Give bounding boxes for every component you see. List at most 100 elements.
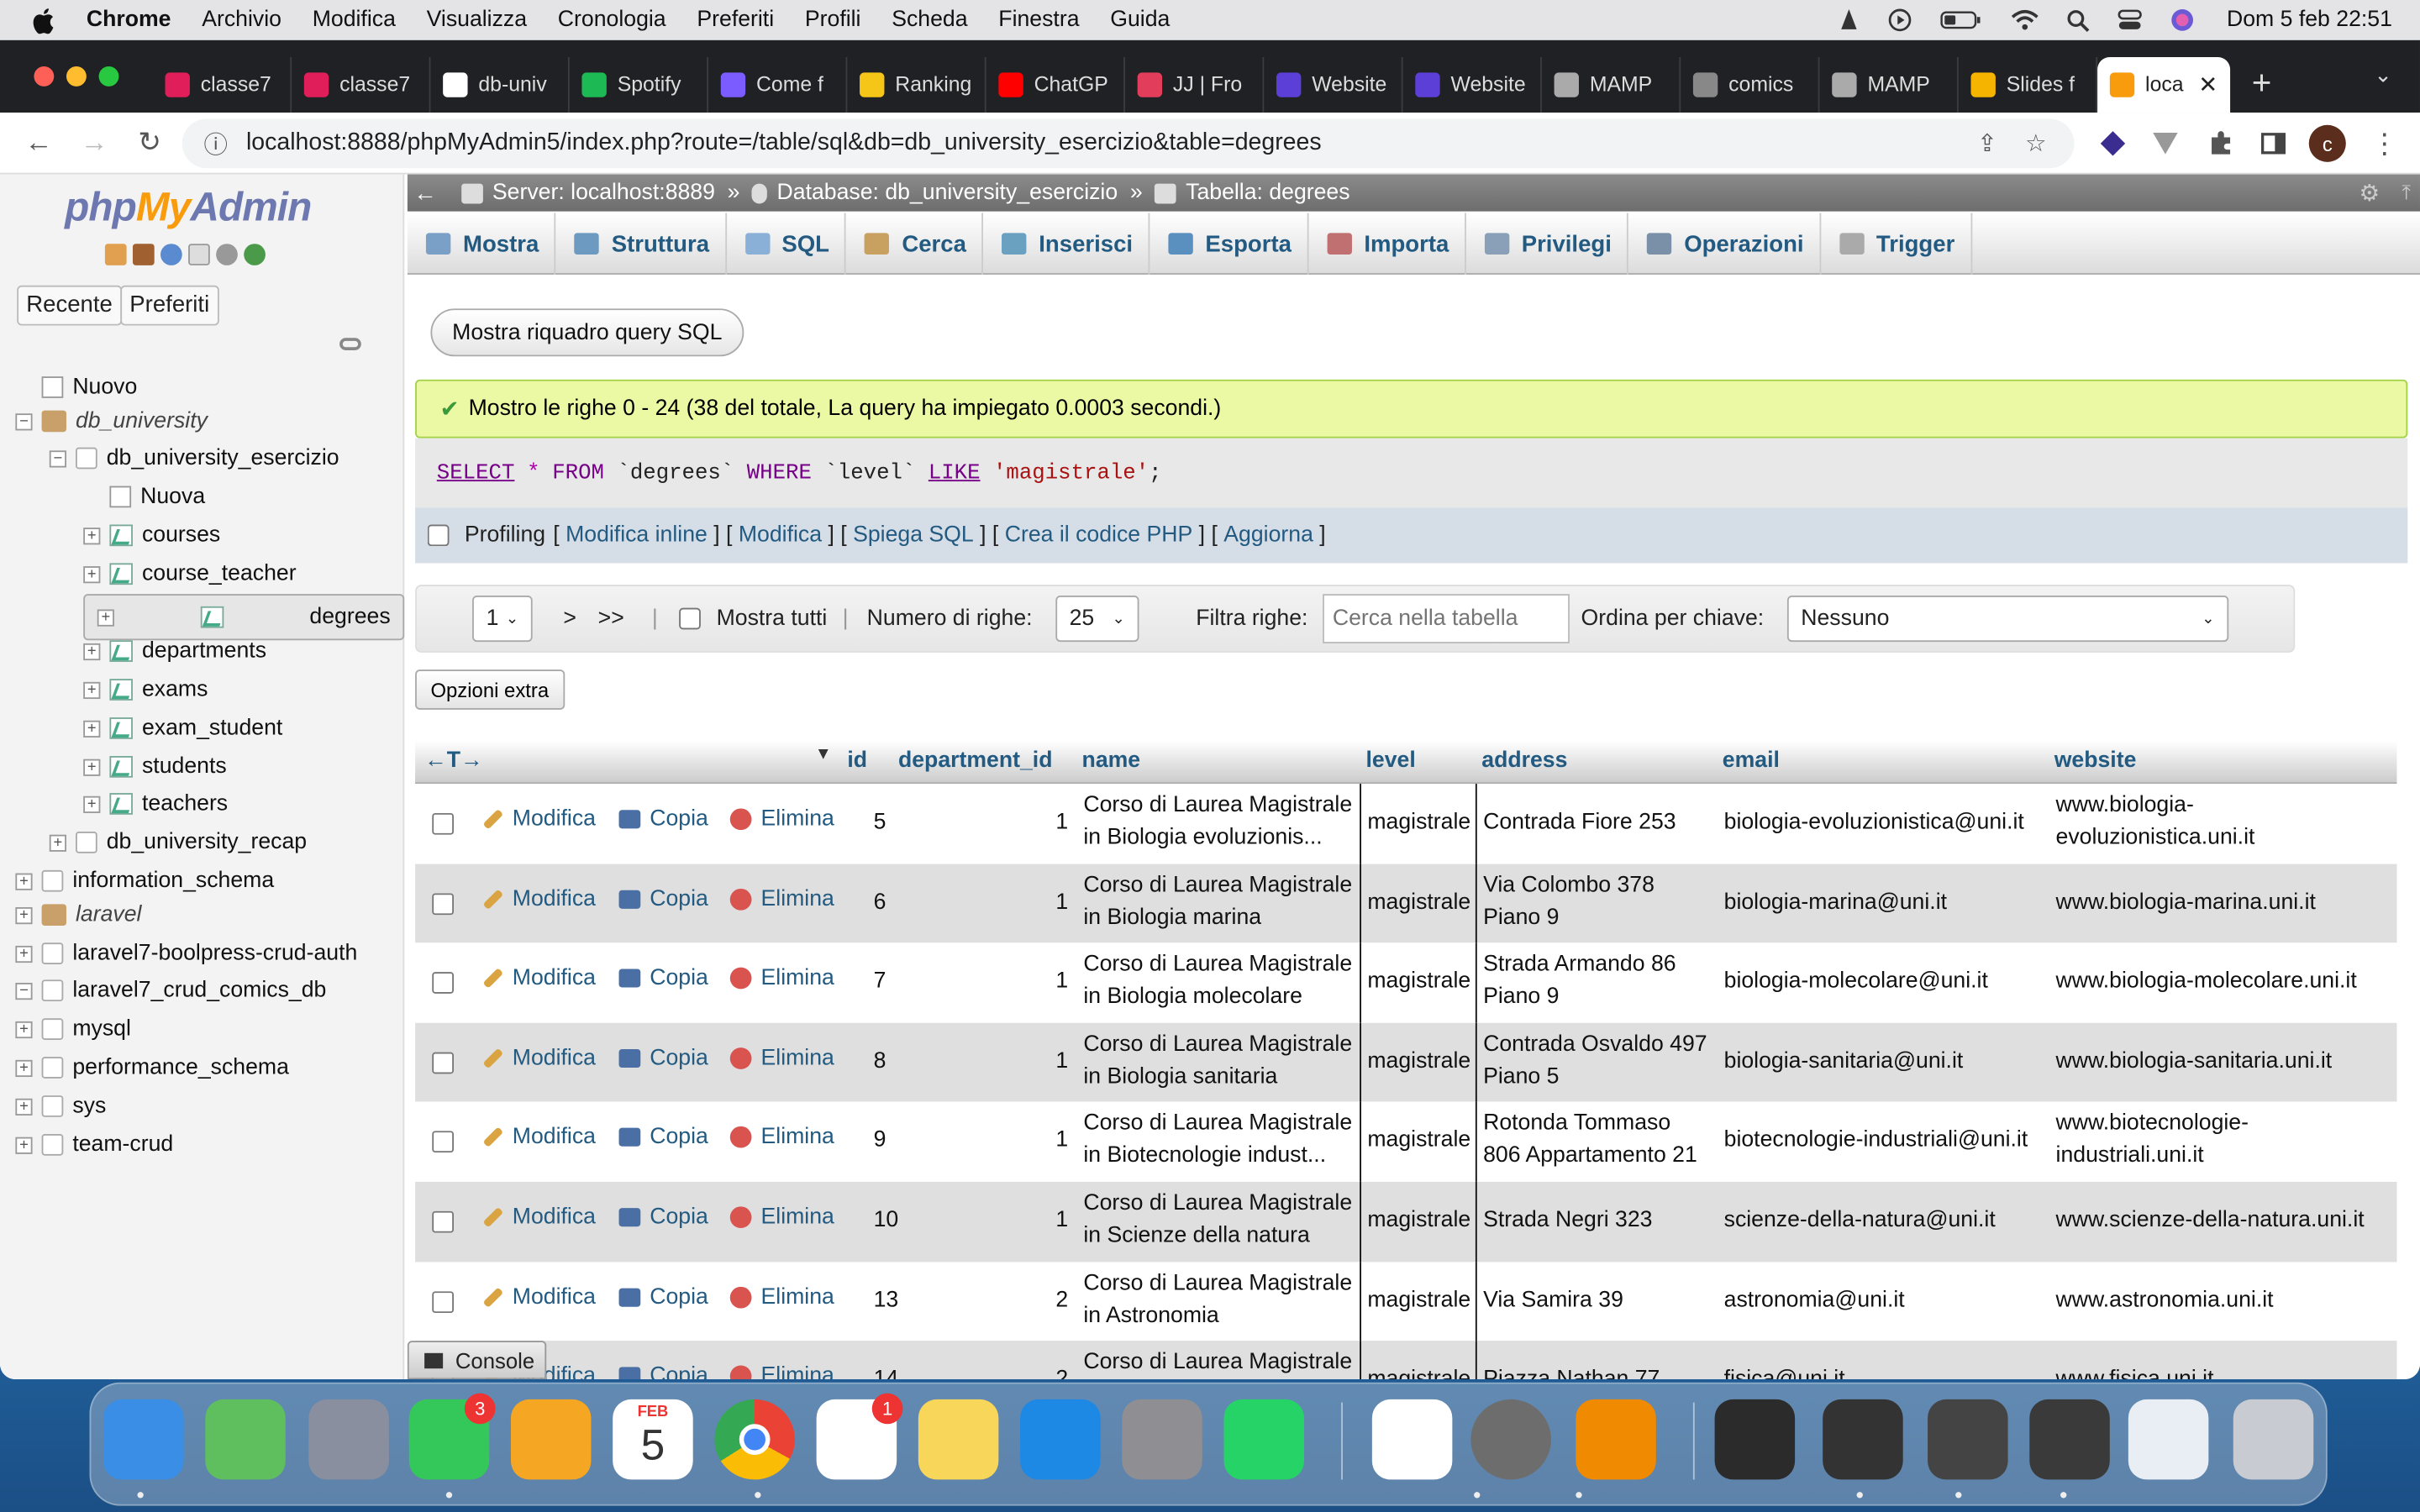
- sql-like[interactable]: LIKE: [929, 460, 981, 485]
- close-window-button[interactable]: [34, 66, 55, 87]
- breadcrumb-server[interactable]: Server: localhost:8889: [461, 181, 715, 205]
- tree-item-performance-schema[interactable]: + performance_schema: [15, 1049, 289, 1086]
- row-checkbox[interactable]: [432, 1131, 454, 1153]
- row-checkbox[interactable]: [432, 892, 454, 915]
- extensions-puzzle-icon[interactable]: [2204, 127, 2238, 160]
- zoom-window-button[interactable]: [98, 66, 119, 87]
- wifi-icon[interactable]: [2011, 9, 2039, 31]
- dock-window-2-icon[interactable]: [1928, 1399, 2008, 1480]
- tab[interactable]: ChatGP: [986, 56, 1125, 113]
- menu-item-archivio[interactable]: Archivio: [202, 8, 281, 32]
- siri-icon[interactable]: [2170, 8, 2194, 32]
- chrome-menu-icon[interactable]: ⋮: [2368, 127, 2402, 160]
- copy-row-button[interactable]: Copia: [618, 1205, 708, 1230]
- expand-icon[interactable]: +: [15, 1058, 33, 1077]
- menu-item-profili[interactable]: Profili: [805, 8, 861, 32]
- dock-chrome-icon[interactable]: [714, 1399, 795, 1480]
- filter-rows-input[interactable]: [1323, 594, 1570, 643]
- settings-icon[interactable]: [216, 244, 238, 265]
- row-checkbox[interactable]: [432, 1290, 454, 1313]
- breadcrumb-table[interactable]: Tabella: degrees: [1155, 181, 1350, 205]
- expand-icon[interactable]: +: [15, 1097, 33, 1116]
- share-icon[interactable]: ⇪: [1977, 129, 1997, 158]
- dock-reminders-icon[interactable]: 1: [816, 1393, 903, 1480]
- tab[interactable]: db-univ: [430, 56, 570, 113]
- tab[interactable]: Come f: [708, 56, 848, 113]
- menu-item-visualizza[interactable]: Visualizza: [427, 8, 527, 32]
- dock-calendar-icon[interactable]: FEB 5: [613, 1399, 693, 1480]
- tab-privilegi[interactable]: Privilegi: [1466, 213, 1629, 275]
- tab-operazioni[interactable]: Operazioni: [1628, 213, 1821, 275]
- delete-row-button[interactable]: Elimina: [729, 966, 834, 991]
- expand-icon[interactable]: +: [83, 719, 101, 738]
- forward-button[interactable]: →: [71, 127, 117, 160]
- dock-maps-icon[interactable]: [205, 1399, 286, 1480]
- dock-trash-icon[interactable]: [2233, 1399, 2314, 1480]
- delete-row-button[interactable]: Elimina: [729, 1205, 834, 1230]
- tab-cerca[interactable]: Cerca: [846, 213, 984, 275]
- delete-row-button[interactable]: Elimina: [729, 1284, 834, 1310]
- tab-importa[interactable]: Importa: [1308, 213, 1466, 275]
- tab-mostra[interactable]: Mostra: [408, 213, 556, 275]
- close-tab-icon[interactable]: ✕: [2198, 71, 2217, 97]
- expand-icon[interactable]: +: [83, 527, 101, 544]
- menu-app-name[interactable]: Chrome: [87, 8, 171, 32]
- side-panel-icon[interactable]: [2256, 127, 2290, 160]
- tab-esporta[interactable]: Esporta: [1150, 213, 1309, 275]
- explain-sql-link[interactable]: Spiega SQL: [853, 523, 974, 548]
- create-php-code-link[interactable]: Crea il codice PHP: [1005, 523, 1193, 548]
- tree-item-nuovo[interactable]: Nuovo: [15, 369, 137, 406]
- bookmark-star-icon[interactable]: ☆: [2025, 129, 2047, 158]
- copy-row-button[interactable]: Copia: [618, 966, 708, 991]
- dock-recent-stack-icon[interactable]: [1714, 1399, 1796, 1480]
- edit-row-button[interactable]: Modifica: [482, 1284, 596, 1310]
- battery-icon[interactable]: [1939, 9, 1982, 31]
- tree-item-exams[interactable]: + exams: [83, 671, 208, 708]
- column-header-address[interactable]: address: [1481, 748, 1567, 773]
- tab[interactable]: Website: [1403, 56, 1542, 113]
- tab[interactable]: MAMP: [1820, 56, 1959, 113]
- page-select[interactable]: 1 ⌄: [472, 595, 533, 643]
- tab-inserisci[interactable]: Inserisci: [983, 213, 1150, 275]
- tree-item-db-university[interactable]: − db_university: [15, 402, 208, 439]
- tree-item-exam-student[interactable]: + exam_student: [83, 710, 282, 747]
- expand-icon[interactable]: +: [83, 758, 101, 775]
- rows-count-select[interactable]: 25 ⌄: [1055, 595, 1139, 643]
- link-with-main-icon[interactable]: [339, 338, 361, 350]
- expand-icon[interactable]: +: [83, 565, 101, 583]
- expand-icon[interactable]: +: [83, 795, 101, 813]
- menu-item-scheda[interactable]: Scheda: [892, 8, 967, 32]
- tree-item-db-university-esercizio[interactable]: − db_university_esercizio: [49, 439, 339, 476]
- row-checkbox[interactable]: [432, 1052, 454, 1074]
- site-info-icon[interactable]: ⓘ: [203, 127, 227, 160]
- new-tab-button[interactable]: +: [2252, 62, 2272, 102]
- edit-row-button[interactable]: Modifica: [482, 807, 596, 832]
- tab[interactable]: classe7: [292, 56, 431, 113]
- dock-app-store-icon[interactable]: [1020, 1399, 1101, 1480]
- tree-item-courses[interactable]: + courses: [83, 517, 220, 554]
- home-icon[interactable]: [104, 244, 127, 265]
- tab[interactable]: Website: [1264, 56, 1403, 113]
- tree-item-laravel[interactable]: + laravel: [15, 896, 141, 933]
- copy-row-button[interactable]: Copia: [618, 1284, 708, 1310]
- dock-photos-icon[interactable]: [510, 1399, 592, 1480]
- show-all-checkbox[interactable]: [679, 607, 702, 630]
- delete-row-button[interactable]: Elimina: [729, 1364, 834, 1380]
- menu-item-guida[interactable]: Guida: [1110, 8, 1170, 32]
- minimize-window-button[interactable]: [66, 66, 87, 87]
- copy-row-button[interactable]: Copia: [618, 807, 708, 832]
- tab[interactable]: Slides f: [1959, 56, 2098, 113]
- tree-item-sys[interactable]: + sys: [15, 1088, 106, 1125]
- menu-item-cronologia[interactable]: Cronologia: [558, 8, 666, 32]
- dock-messages-icon[interactable]: 3: [408, 1393, 496, 1480]
- extension-diamond-icon[interactable]: [2096, 127, 2129, 160]
- dock-notes-icon[interactable]: [918, 1399, 999, 1480]
- favorites-button[interactable]: Preferiti: [120, 285, 219, 326]
- tab-struttura[interactable]: Struttura: [556, 213, 727, 275]
- edit-query-link[interactable]: Modifica: [739, 523, 822, 548]
- dock-window-3-icon[interactable]: [2029, 1399, 2110, 1480]
- breadcrumb-database[interactable]: Database: db_university_esercizio: [752, 181, 1118, 205]
- copy-row-button[interactable]: Copia: [618, 1126, 708, 1150]
- address-bar[interactable]: ⓘ localhost:8888/phpMyAdmin5/index.php?r…: [182, 118, 2075, 169]
- refresh-link[interactable]: Aggiorna: [1223, 523, 1313, 548]
